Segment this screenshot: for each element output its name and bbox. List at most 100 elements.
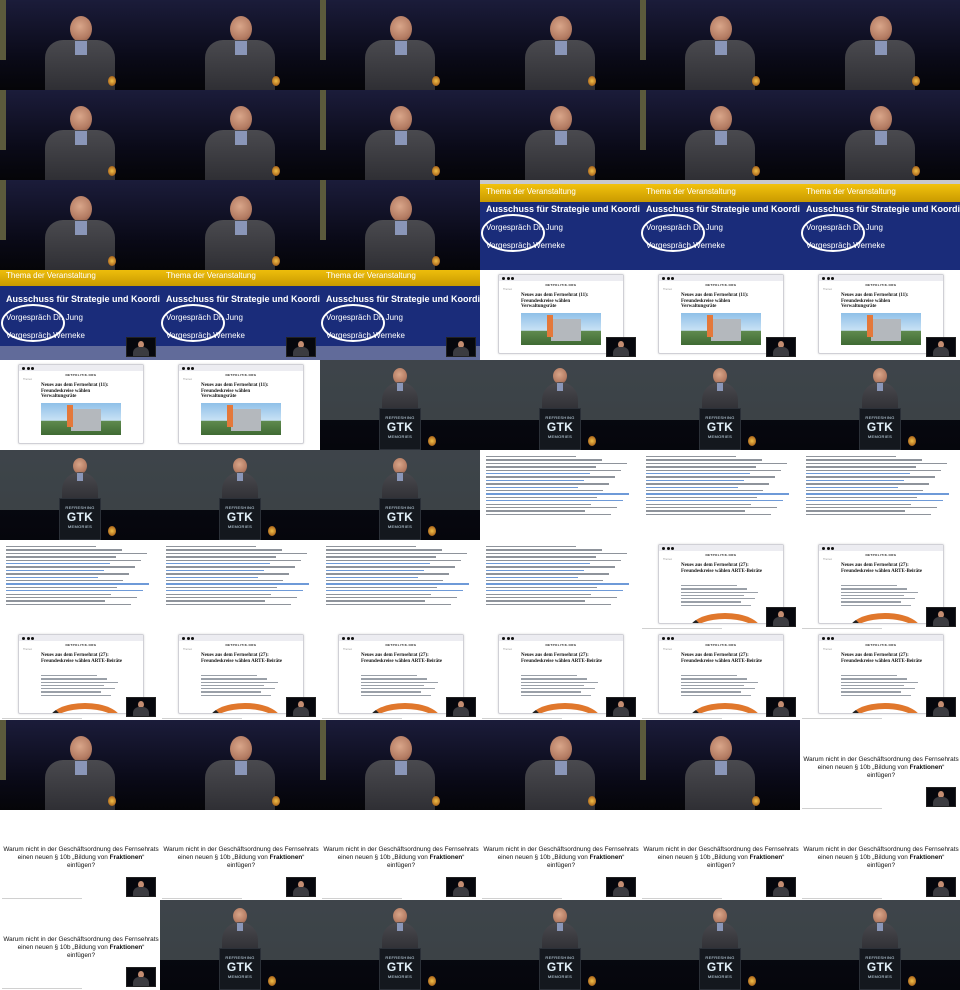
flower-decoration — [428, 976, 436, 986]
text-line — [166, 593, 271, 595]
text-line — [806, 462, 947, 465]
site-name: NETPOLITIK.ORG — [65, 373, 97, 377]
text-line — [41, 681, 118, 683]
text-line — [166, 590, 303, 592]
text-line — [841, 681, 918, 683]
window-control-dot — [191, 636, 194, 640]
text-line — [6, 573, 129, 575]
speaker-collar — [75, 41, 87, 55]
text-line — [521, 688, 595, 690]
text-line — [521, 675, 577, 677]
nav-label: Themen — [663, 648, 673, 651]
nav-label: Themen — [823, 648, 833, 651]
text-line — [646, 496, 757, 499]
speaker-collar — [875, 41, 887, 55]
window-control-dot — [831, 276, 834, 280]
speaker-figure — [200, 196, 280, 270]
thumbnail-frame: NETPOLITIK.ORG Themen Neues aus dem Fernse… — [800, 630, 960, 720]
caption-line — [482, 898, 562, 899]
flower-decoration — [432, 76, 440, 86]
thumbnail-frame: NETPOLITIK.ORG Themen Neues aus dem Fernse… — [320, 630, 480, 720]
question-bold: Fraktionen — [589, 854, 623, 861]
thumbnail-frame: NETPOLITIK.ORG Themen Neues aus dem Fernse… — [800, 540, 960, 630]
speaker-collar — [557, 383, 563, 391]
text-line — [166, 603, 291, 606]
speaker-figure — [200, 16, 280, 90]
text-line — [41, 691, 101, 693]
text-line — [806, 456, 896, 458]
flower-decoration — [108, 526, 116, 536]
speaker-head — [390, 736, 412, 762]
text-line — [201, 675, 257, 677]
thumbnail-frame: REFRESHING GTK MEMORIES — [800, 900, 960, 990]
orange-arc — [689, 703, 761, 713]
text-line — [841, 585, 897, 587]
flower-decoration — [588, 436, 596, 446]
site-name: NETPOLITIK.ORG — [865, 283, 897, 287]
text-line — [806, 506, 937, 509]
text-line — [41, 678, 108, 680]
text-line — [486, 590, 623, 592]
flower-decoration — [428, 526, 436, 536]
inset-body — [933, 617, 949, 626]
text-line — [806, 466, 916, 468]
slide-category: Thema der Veranstaltung — [326, 271, 416, 280]
speaker-inset — [766, 337, 796, 357]
lectern-logo: REFRESHING GTK MEMORIES — [860, 415, 900, 439]
article-teaser — [41, 673, 121, 698]
orange-arc — [849, 703, 921, 713]
text-line — [681, 598, 755, 600]
text-line — [646, 462, 787, 465]
lectern-logo-bottom: MEMORIES — [227, 974, 253, 979]
browser-toolbar — [19, 635, 143, 641]
article-headline: Neues aus dem Fernsehrat (27): Freundesk… — [201, 653, 283, 664]
thumbnail-frame — [480, 90, 640, 180]
text-line — [201, 684, 265, 687]
speaker-head — [70, 16, 92, 42]
lectern: REFRESHING GTK MEMORIES — [219, 948, 261, 990]
thumbnail-frame: NETPOLITIK.ORG Themen Neues aus dem Fernse… — [640, 540, 800, 630]
thumbnail-frame: REFRESHING GTK MEMORIES — [640, 360, 800, 450]
lectern: REFRESHING GTK MEMORIES — [699, 948, 741, 990]
slide-category-band: Thema der Veranstaltung — [640, 184, 800, 202]
thumbnail-frame — [800, 90, 960, 180]
building-image — [711, 319, 741, 341]
inset-body — [933, 347, 949, 356]
text-line — [486, 600, 585, 602]
speaker-collar — [875, 131, 887, 145]
question-bold: Fraktionen — [269, 854, 303, 861]
speaker-head — [230, 106, 252, 132]
text-line — [806, 479, 904, 482]
thumbnail-frame: REFRESHING GTK MEMORIES — [480, 900, 640, 990]
window-control-dot — [666, 546, 670, 550]
thumbnail-frame: Warum nicht in der Geschäftsordnung des … — [800, 810, 960, 900]
text-line — [646, 506, 777, 509]
window-control-dot — [822, 276, 825, 280]
window-control-dot — [662, 636, 665, 640]
speaker-collar — [557, 923, 563, 931]
thumbnail-frame: Warum nicht in der Geschäftsordnung des … — [0, 900, 160, 990]
text-line — [486, 593, 591, 595]
window-control-dot — [342, 636, 345, 640]
article-body — [486, 544, 636, 607]
text-line — [806, 473, 910, 475]
window-control-dot — [351, 636, 354, 640]
thumbnail-frame: REFRESHING GTK MEMORIES — [320, 900, 480, 990]
caption-line — [802, 898, 882, 899]
text-line — [486, 510, 585, 512]
text-line — [166, 596, 297, 599]
flower-decoration — [588, 976, 596, 986]
text-line — [166, 559, 301, 561]
text-line — [646, 469, 781, 471]
inset-body — [773, 347, 789, 356]
article-teaser — [681, 673, 761, 698]
text-line — [361, 684, 425, 687]
speaker-inset — [766, 607, 796, 627]
text-line — [41, 675, 97, 677]
article-photo — [681, 313, 761, 345]
text-line — [326, 559, 461, 561]
speaker-inset — [126, 967, 156, 987]
logo-tower-image — [67, 405, 73, 427]
thumbnail-frame: NETPOLITIK.ORG Themen Neues aus dem Fernse… — [640, 270, 800, 360]
caption-line — [802, 808, 882, 809]
